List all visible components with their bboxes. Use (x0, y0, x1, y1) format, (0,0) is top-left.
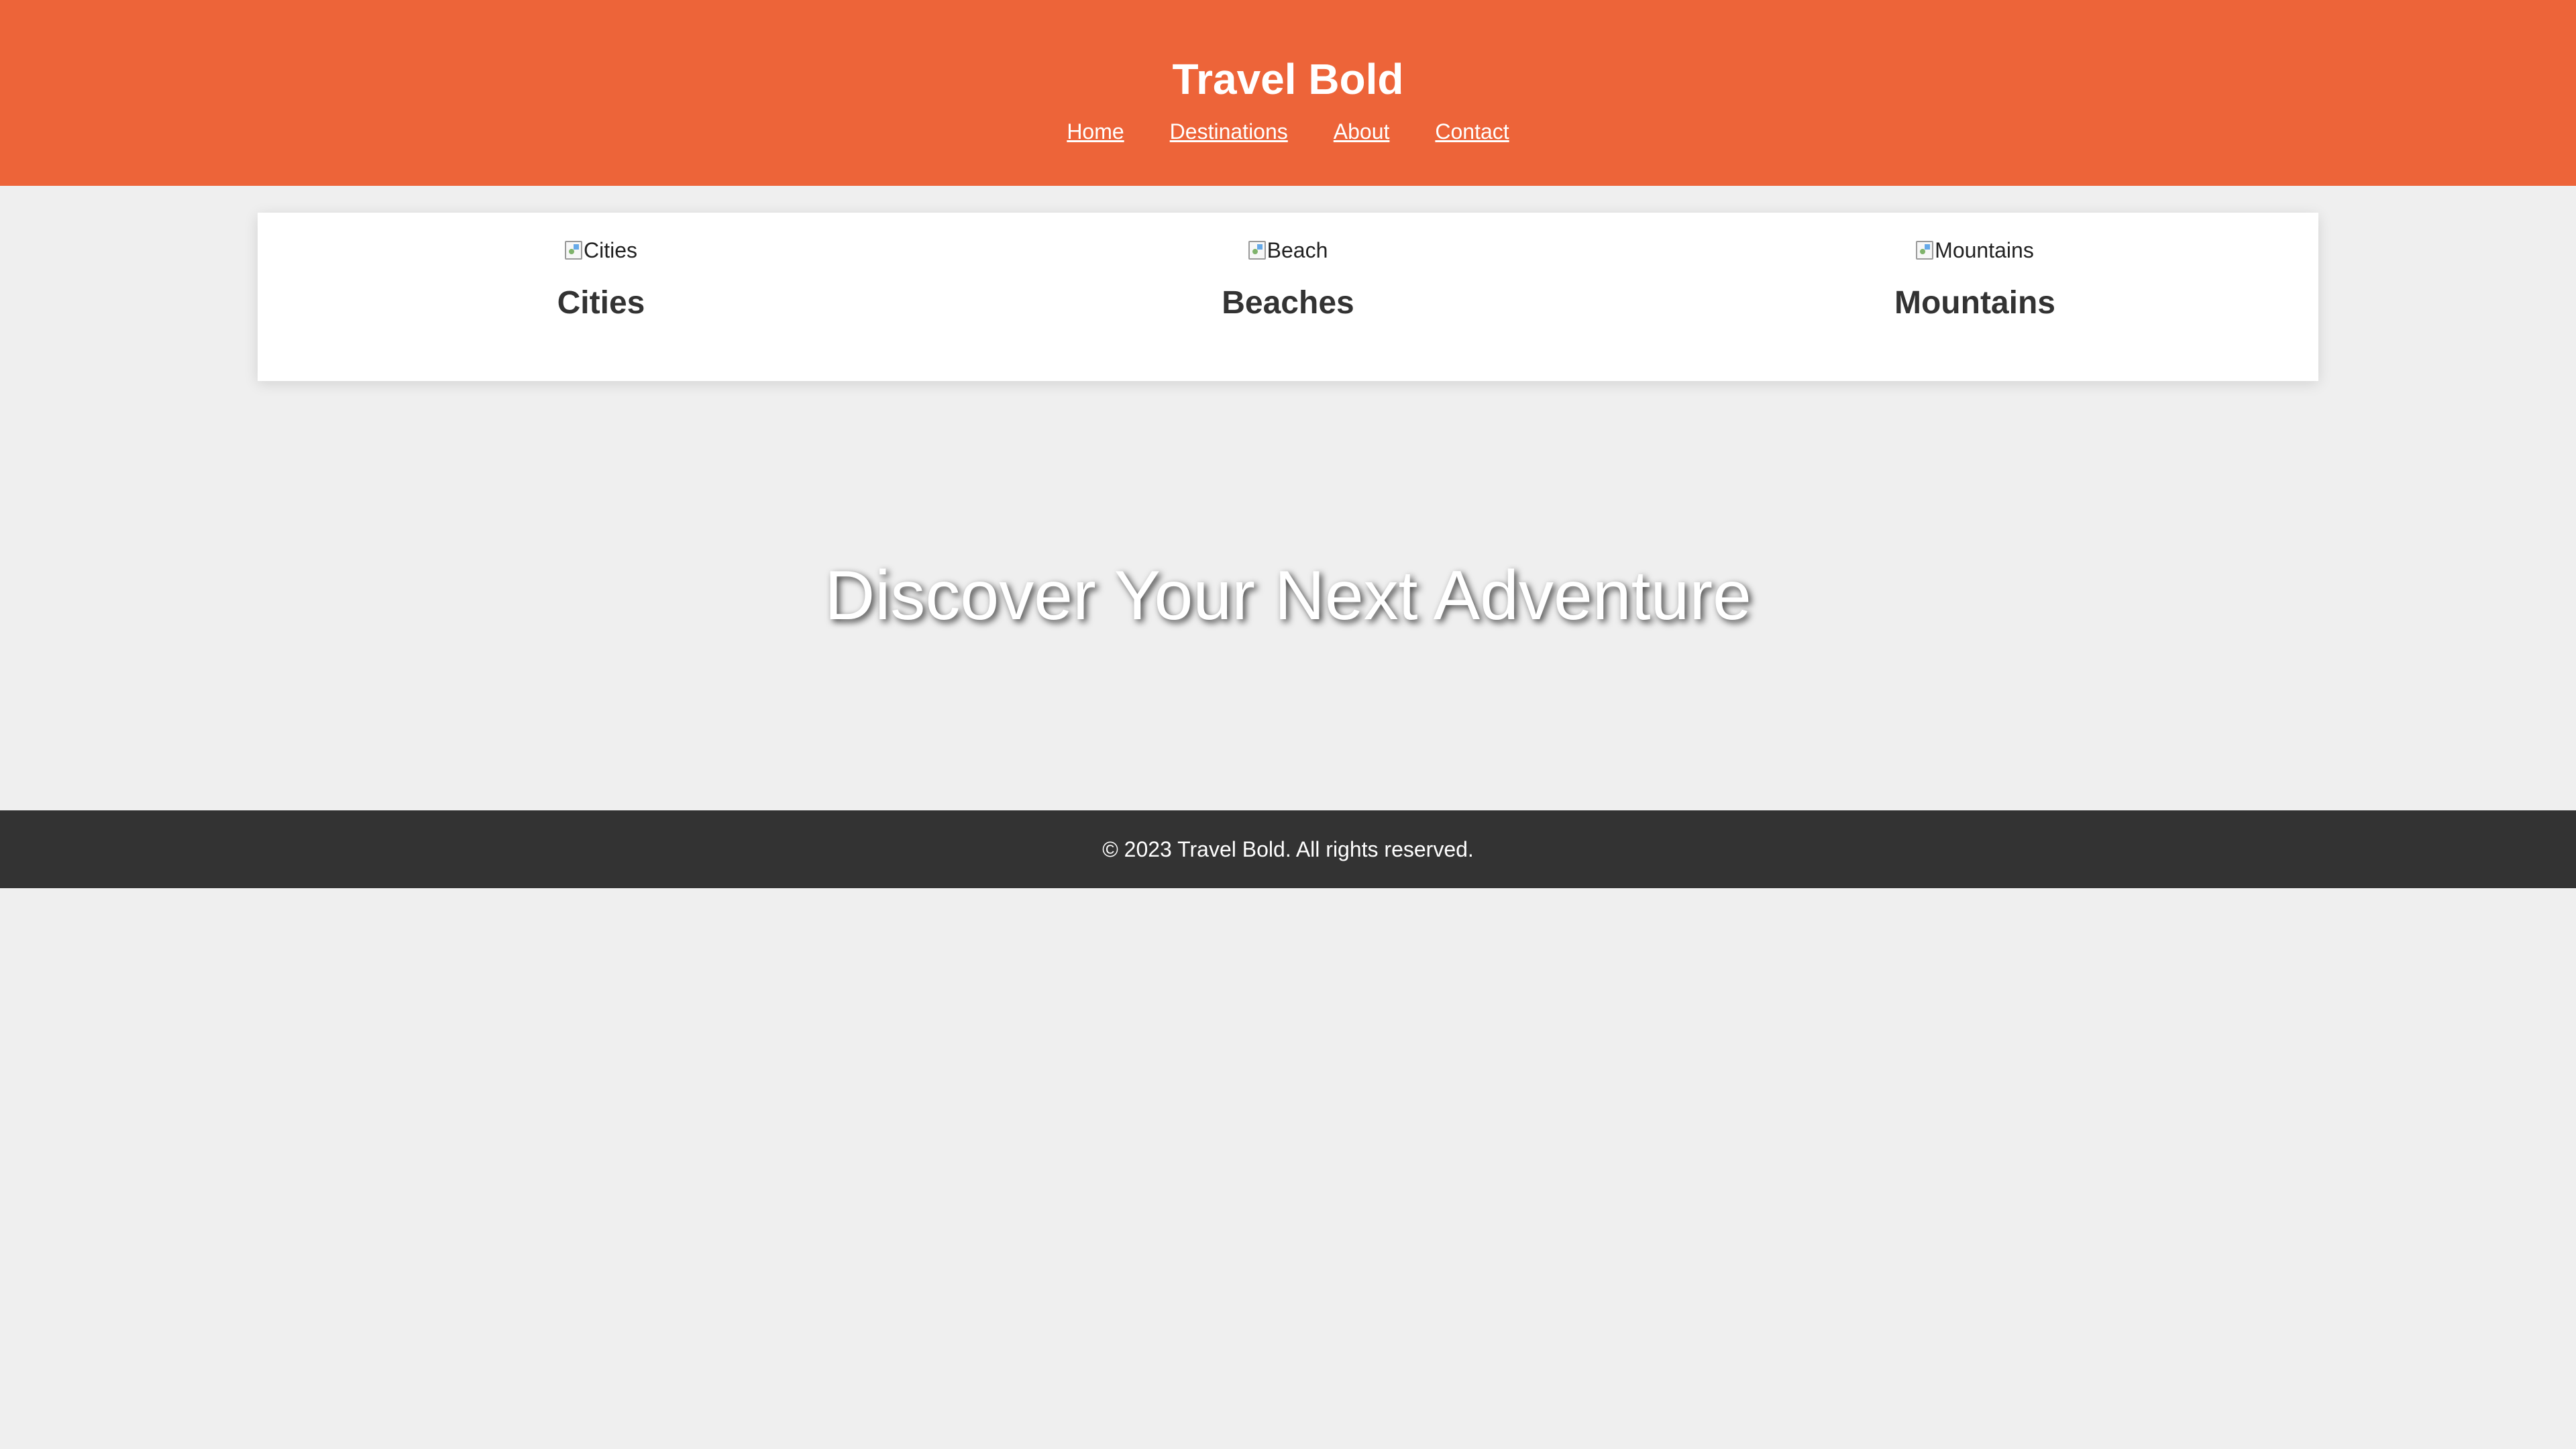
category-mountains: Mountains Mountains (1631, 213, 2318, 381)
broken-image-icon (1248, 241, 1266, 260)
broken-image-icon (1916, 241, 1934, 260)
mountains-image-alt: Mountains (1935, 238, 2034, 262)
mountains-image: Mountains (1916, 238, 2034, 262)
nav-home-link[interactable]: Home (1067, 118, 1124, 145)
site-header: Travel Bold Home Destinations About Cont… (0, 0, 2576, 186)
hero-section: Discover Your Next Adventure (0, 381, 2576, 810)
nav-destinations-link[interactable]: Destinations (1170, 118, 1288, 145)
cities-image: Cities (564, 238, 637, 262)
cities-image-alt: Cities (583, 238, 637, 262)
category-beaches: Beach Beaches (945, 213, 1631, 381)
hero-title: Discover Your Next Adventure (824, 557, 1752, 635)
category-cities-title: Cities (557, 285, 645, 321)
site-footer: © 2023 Travel Bold. All rights reserved. (0, 810, 2576, 888)
beach-image: Beach (1248, 238, 1328, 262)
category-panel: Cities Cities Beach Beaches Mountains Mo… (258, 213, 2318, 381)
category-mountains-title: Mountains (1894, 285, 2055, 321)
category-cities: Cities Cities (258, 213, 945, 381)
nav-about-link[interactable]: About (1334, 118, 1390, 145)
nav-contact-link[interactable]: Contact (1435, 118, 1509, 145)
beach-image-alt: Beach (1267, 238, 1328, 262)
category-beaches-title: Beaches (1222, 285, 1354, 321)
broken-image-icon (564, 241, 582, 260)
site-title: Travel Bold (1172, 55, 1404, 103)
footer-copyright: © 2023 Travel Bold. All rights reserved. (1102, 837, 1474, 861)
main-nav: Home Destinations About Contact (0, 118, 2576, 145)
